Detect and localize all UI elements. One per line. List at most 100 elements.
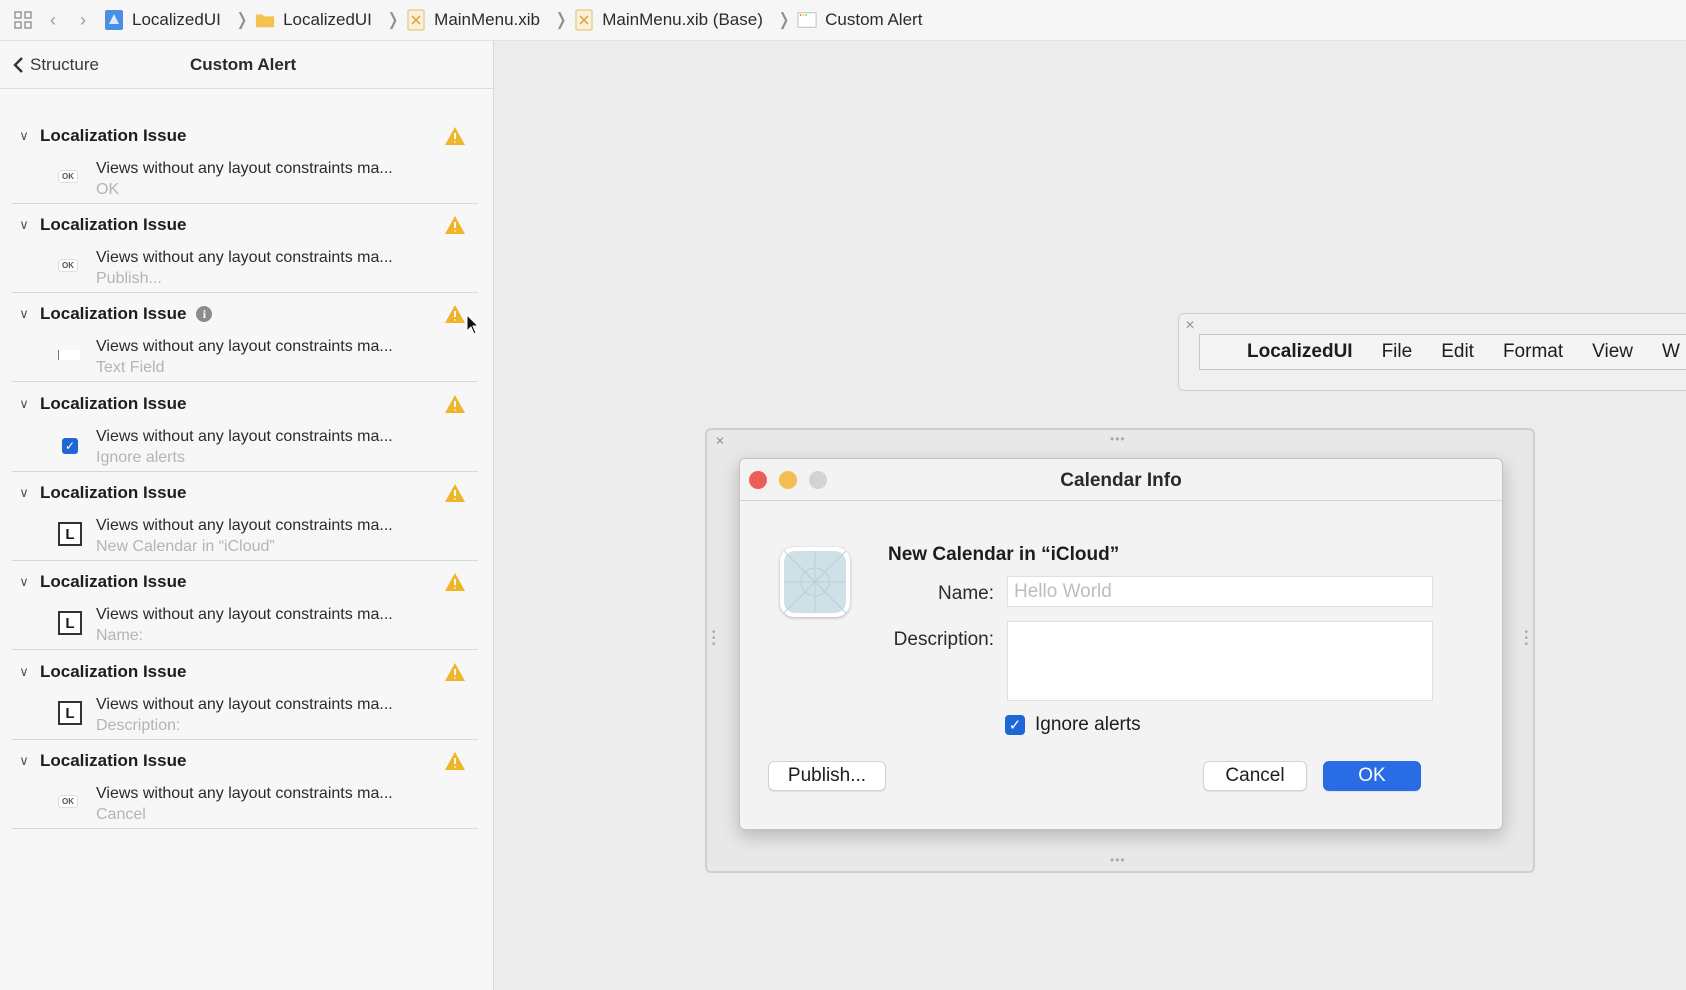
issues-sidebar: Structure Custom Alert ∨ Localization Iss… bbox=[0, 41, 494, 990]
breadcrumb-item-custom-alert[interactable]: Custom Alert bbox=[797, 9, 922, 31]
resize-handle-icon[interactable]: ••• bbox=[1524, 628, 1528, 650]
label-thumbnail-icon: L bbox=[58, 611, 82, 635]
resize-handle-icon[interactable]: ••• bbox=[1110, 853, 1126, 867]
issue-description: Views without any layout constraints ma.… bbox=[96, 160, 393, 177]
issue-element-name: Name: bbox=[96, 627, 144, 644]
menu-item-window[interactable]: W bbox=[1662, 341, 1680, 363]
custom-alert-frame[interactable]: ✕ ••• ••• • • • • • • Calendar Info New Cale… bbox=[705, 428, 1535, 873]
main-menu: LocalizedUI File Edit Format View W bbox=[1199, 334, 1686, 370]
issue-header[interactable]: ∨ Localization Issue bbox=[12, 483, 186, 503]
issue-row[interactable]: ∨ Localization Issue i Views without any la… bbox=[12, 286, 478, 382]
breadcrumb-item-xib[interactable]: MainMenu.xib ❭ bbox=[406, 9, 574, 31]
chevron-down-icon[interactable]: ∨ bbox=[12, 217, 36, 233]
issue-thumbnail: OK bbox=[58, 795, 78, 808]
issue-description: Views without any layout constraints ma.… bbox=[96, 696, 393, 713]
main-menu-frame[interactable]: ✕ LocalizedUI File Edit Format View W bbox=[1178, 313, 1686, 391]
issue-header[interactable]: ∨ Localization Issue bbox=[12, 662, 186, 682]
info-icon[interactable]: i bbox=[196, 306, 213, 322]
checkmark-icon: ✓ bbox=[1005, 715, 1025, 735]
issue-header[interactable]: ∨ Localization Issue i bbox=[12, 304, 213, 324]
menu-item-app[interactable]: LocalizedUI bbox=[1247, 341, 1353, 363]
resize-handle-icon[interactable]: ••• bbox=[1110, 432, 1126, 446]
calendar-info-window: Calendar Info New Calendar in “iCloud” N… bbox=[739, 458, 1503, 830]
chevron-down-icon[interactable]: ∨ bbox=[12, 753, 36, 769]
chevron-down-icon[interactable]: ∨ bbox=[12, 396, 36, 412]
dialog-headline: New Calendar in “iCloud” bbox=[888, 544, 1120, 565]
resize-handle-icon[interactable]: ••• bbox=[712, 628, 716, 650]
issue-header[interactable]: ∨ Localization Issue bbox=[12, 215, 186, 235]
issue-row[interactable]: ∨ Localization Issue OK Views without any l… bbox=[12, 197, 478, 293]
chevron-down-icon[interactable]: ∨ bbox=[12, 128, 36, 144]
breadcrumb-label: LocalizedUI bbox=[132, 10, 221, 29]
chevron-down-icon[interactable]: ∨ bbox=[12, 485, 36, 501]
issue-header[interactable]: ∨ Localization Issue bbox=[12, 572, 186, 592]
breadcrumb: LocalizedUI ❭ LocalizedUI ❭ MainMenu.xib… bbox=[104, 9, 922, 31]
warning-icon bbox=[445, 752, 465, 770]
sidebar-header: Structure Custom Alert bbox=[0, 41, 493, 89]
name-field[interactable]: Hello World bbox=[1007, 576, 1433, 607]
breadcrumb-label: LocalizedUI bbox=[283, 10, 372, 29]
chevron-down-icon[interactable]: ∨ bbox=[12, 664, 36, 680]
breadcrumb-item-folder[interactable]: LocalizedUI ❭ bbox=[255, 9, 406, 31]
issue-element-name: Cancel bbox=[96, 806, 146, 823]
issue-title: Localization Issue bbox=[40, 572, 187, 591]
warning-icon bbox=[445, 663, 465, 681]
issue-title: Localization Issue bbox=[40, 304, 187, 323]
breadcrumb-item-project[interactable]: LocalizedUI ❭ bbox=[104, 9, 255, 31]
chevron-right-icon: ❭ bbox=[776, 10, 792, 29]
issue-title: Localization Issue bbox=[40, 751, 187, 770]
text-field-thumbnail-icon bbox=[58, 350, 80, 360]
issue-title: Localization Issue bbox=[40, 483, 187, 502]
menu-item-edit[interactable]: Edit bbox=[1441, 341, 1474, 363]
structure-back-button[interactable]: Structure bbox=[12, 55, 99, 75]
button-thumbnail-icon: OK bbox=[58, 259, 78, 272]
issue-row[interactable]: ∨ Localization Issue OK Views without any l… bbox=[12, 733, 478, 829]
menu-item-format[interactable]: Format bbox=[1503, 341, 1563, 363]
issue-row[interactable]: ∨ Localization Issue L Views without any la… bbox=[12, 465, 478, 561]
issue-title: Localization Issue bbox=[40, 215, 187, 234]
close-icon[interactable]: ✕ bbox=[715, 434, 725, 448]
chevron-down-icon[interactable]: ∨ bbox=[12, 306, 36, 322]
cancel-button[interactable]: Cancel bbox=[1203, 761, 1307, 791]
checkbox-label: Ignore alerts bbox=[1035, 714, 1141, 735]
issue-title: Localization Issue bbox=[40, 662, 187, 681]
window-titlebar: Calendar Info bbox=[740, 459, 1502, 501]
sidebar-title: Custom Alert bbox=[190, 54, 297, 74]
menu-item-file[interactable]: File bbox=[1382, 341, 1413, 363]
back-arrow-icon[interactable]: ‹ bbox=[38, 6, 68, 34]
folder-icon bbox=[255, 14, 275, 28]
issue-header[interactable]: ∨ Localization Issue bbox=[12, 126, 186, 146]
issue-row[interactable]: ∨ Localization Issue OK Views without any l… bbox=[12, 108, 478, 204]
description-field[interactable] bbox=[1007, 621, 1433, 701]
issue-description: Views without any layout constraints ma.… bbox=[96, 428, 393, 445]
ok-button[interactable]: OK bbox=[1323, 761, 1421, 791]
publish-button[interactable]: Publish... bbox=[768, 761, 886, 791]
breadcrumb-item-xib-base[interactable]: MainMenu.xib (Base) ❭ bbox=[574, 9, 797, 31]
issue-title: Localization Issue bbox=[40, 394, 187, 413]
issue-element-name: Text Field bbox=[96, 359, 165, 376]
chevron-down-icon[interactable]: ∨ bbox=[12, 574, 36, 590]
issue-thumbnail: OK bbox=[58, 170, 78, 183]
issue-row[interactable]: ∨ Localization Issue ✓ Views without any la… bbox=[12, 376, 478, 472]
issue-thumbnail bbox=[58, 350, 80, 360]
chevron-left-icon bbox=[13, 56, 23, 73]
issue-title: Localization Issue bbox=[40, 126, 187, 145]
issue-row[interactable]: ∨ Localization Issue L Views without any la… bbox=[12, 554, 478, 650]
issue-row[interactable]: ∨ Localization Issue L Views without any la… bbox=[12, 644, 478, 740]
close-icon[interactable]: ✕ bbox=[1185, 318, 1195, 332]
back-label: Structure bbox=[30, 54, 99, 74]
button-thumbnail-icon: OK bbox=[58, 170, 78, 183]
menu-item-view[interactable]: View bbox=[1592, 341, 1633, 363]
checkbox-thumbnail-icon: ✓ bbox=[62, 438, 78, 454]
grid-icon[interactable] bbox=[8, 6, 38, 34]
warning-icon bbox=[445, 216, 465, 234]
issue-description: Views without any layout constraints ma.… bbox=[96, 249, 393, 266]
issue-header[interactable]: ∨ Localization Issue bbox=[12, 394, 186, 414]
issue-header[interactable]: ∨ Localization Issue bbox=[12, 751, 186, 771]
ignore-alerts-checkbox[interactable]: ✓ Ignore alerts bbox=[1005, 714, 1141, 736]
interface-canvas[interactable]: ✕ LocalizedUI File Edit Format View W ✕ … bbox=[495, 41, 1686, 990]
window-title: Calendar Info bbox=[1060, 470, 1182, 491]
xib-file-icon bbox=[407, 9, 425, 31]
mouse-pointer-icon bbox=[466, 314, 480, 335]
forward-arrow-icon[interactable]: › bbox=[68, 6, 98, 34]
